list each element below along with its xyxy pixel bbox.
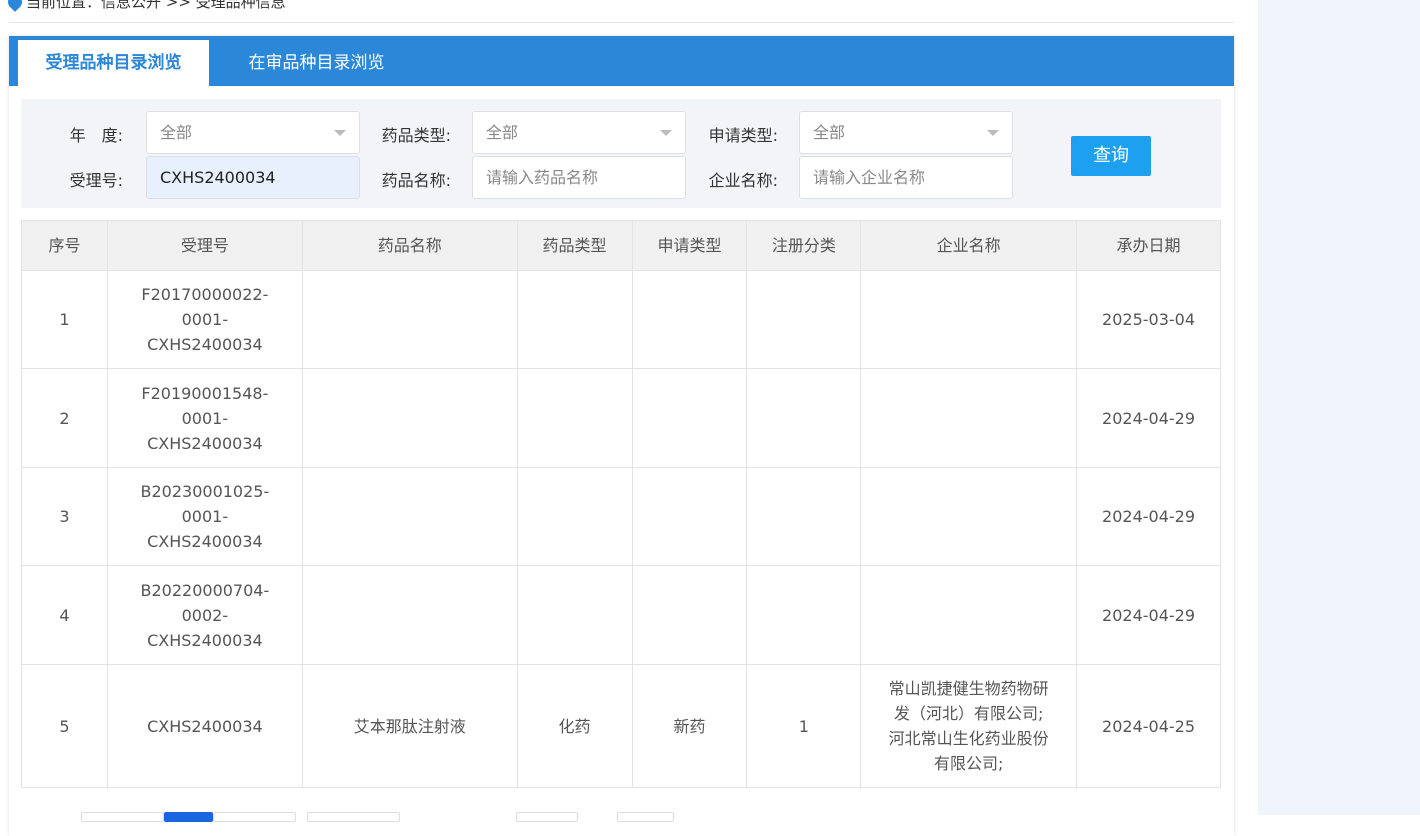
column-header: 企业名称 [860,220,1078,271]
table-row: 1 F20170000022- 0001- CXHS2400034 2025-03-… [21,270,1221,369]
company-input[interactable]: 请输入企业名称 [799,156,1013,199]
table-cell [301,368,518,468]
table-cell: 4 [21,565,108,665]
query-button[interactable]: 查询 [1071,136,1151,176]
table-cell: B20220000704- 0002- CXHS2400034 [106,565,303,665]
year-label: 年 度: [69,126,123,145]
table-row: 4 B20220000704- 0002- CXHS2400034 2024-04-… [21,565,1221,665]
table-cell: 新药 [631,664,748,788]
divider [9,22,1234,23]
column-header: 申请类型 [631,220,748,271]
right-background [1258,0,1420,815]
table-cell [516,565,633,665]
apply-type-label: 申请类型: [708,126,778,145]
breadcrumb-text: 当前位置：信息公开 >> 受理品种信息 [26,0,286,11]
table-cell: 1 [746,664,862,788]
apply-type-value: 全部 [813,123,846,142]
table-cell [860,368,1078,468]
tab-under-review-catalog[interactable]: 在审品种目录浏览 [224,40,409,86]
breadcrumb: 当前位置：信息公开 >> 受理品种信息 [5,0,286,12]
apply-type-select[interactable]: 全部 [799,111,1013,154]
drug-type-label: 药品类型: [381,126,451,145]
pagination-go[interactable] [617,812,674,822]
accept-no-label: 受理号: [69,171,123,190]
year-select[interactable]: 全部 [146,111,360,154]
table-cell: F20170000022- 0001- CXHS2400034 [106,270,303,369]
tab-accepted-catalog[interactable]: 受理品种目录浏览 [18,40,209,86]
table-cell [301,565,518,665]
table-cell: 常山凯捷健生物药物研 发（河北）有限公司; 河北常山生化药业股份 有限公司; [860,664,1078,788]
filter-panel: 年 度: 全部 药品类型: 全部 申请类型: 全部 受理号: CXHS24000… [21,99,1221,208]
table-cell: 化药 [516,664,633,788]
table-cell: 2024-04-29 [1076,368,1221,468]
location-pin-icon [5,0,25,12]
table-cell: 2025-03-04 [1076,270,1221,369]
column-header: 受理号 [106,220,303,271]
table-cell: B20230001025- 0001- CXHS2400034 [106,467,303,566]
pagination-prev[interactable] [81,812,164,822]
company-label: 企业名称: [708,171,778,190]
table-cell [516,270,633,369]
chevron-down-icon [334,130,346,142]
drug-name-input[interactable]: 请输入药品名称 [472,156,686,199]
table-row: 5 CXHS2400034 艾本那肽注射液 化药 新药 1 常山凯捷健生物药物研 发（河北）… [21,664,1221,788]
pagination-next[interactable] [213,812,296,822]
drug-name-label: 药品名称: [381,171,451,190]
accept-no-input[interactable]: CXHS2400034 [146,156,360,199]
table-cell [516,368,633,468]
column-header: 注册分类 [746,220,862,271]
drug-type-select[interactable]: 全部 [472,111,686,154]
drug-type-value: 全部 [486,123,519,142]
table-row: 3 B20230001025- 0001- CXHS2400034 2024-04-… [21,467,1221,566]
table-cell [631,565,748,665]
table-cell: 2024-04-25 [1076,664,1221,788]
table-cell: CXHS2400034 [106,664,303,788]
table-cell [301,467,518,566]
table-cell [516,467,633,566]
table-cell: 2024-04-29 [1076,467,1221,566]
column-header: 药品类型 [516,220,633,271]
year-value: 全部 [160,123,193,142]
chevron-down-icon [987,130,999,142]
column-header: 序号 [21,220,108,271]
table-cell [746,467,862,566]
table-cell: 艾本那肽注射液 [301,664,518,788]
chevron-down-icon [660,130,672,142]
table-cell [860,467,1078,566]
main-card: 受理品种目录浏览 在审品种目录浏览 年 度: 全部 药品类型: 全部 申请类型:… [9,36,1234,836]
table-cell: 5 [21,664,108,788]
pagination-jump-input[interactable] [516,812,578,822]
table-cell [631,270,748,369]
column-header: 承办日期 [1076,220,1221,271]
tab-bar: 受理品种目录浏览 在审品种目录浏览 [9,36,1234,86]
table-cell [860,565,1078,665]
pagination-size[interactable] [307,812,400,822]
column-header: 药品名称 [301,220,518,271]
table-cell: F20190001548- 0001- CXHS2400034 [106,368,303,468]
table-cell [301,270,518,369]
table-cell [631,368,748,468]
table-cell [631,467,748,566]
table-cell: 1 [21,270,108,369]
table-cell [746,368,862,468]
table-cell: 3 [21,467,108,566]
table-header-row: 序号 受理号 药品名称 药品类型 申请类型 注册分类 企业名称 承办日期 [21,220,1221,271]
pagination-current[interactable] [164,812,213,822]
table-cell [746,270,862,369]
results-table: 序号 受理号 药品名称 药品类型 申请类型 注册分类 企业名称 承办日期 1 F20170000… [21,220,1221,788]
table-cell [860,270,1078,369]
table-cell: 2024-04-29 [1076,565,1221,665]
table-row: 2 F20190001548- 0001- CXHS2400034 2024-04-… [21,368,1221,468]
table-cell [746,565,862,665]
table-cell: 2 [21,368,108,468]
